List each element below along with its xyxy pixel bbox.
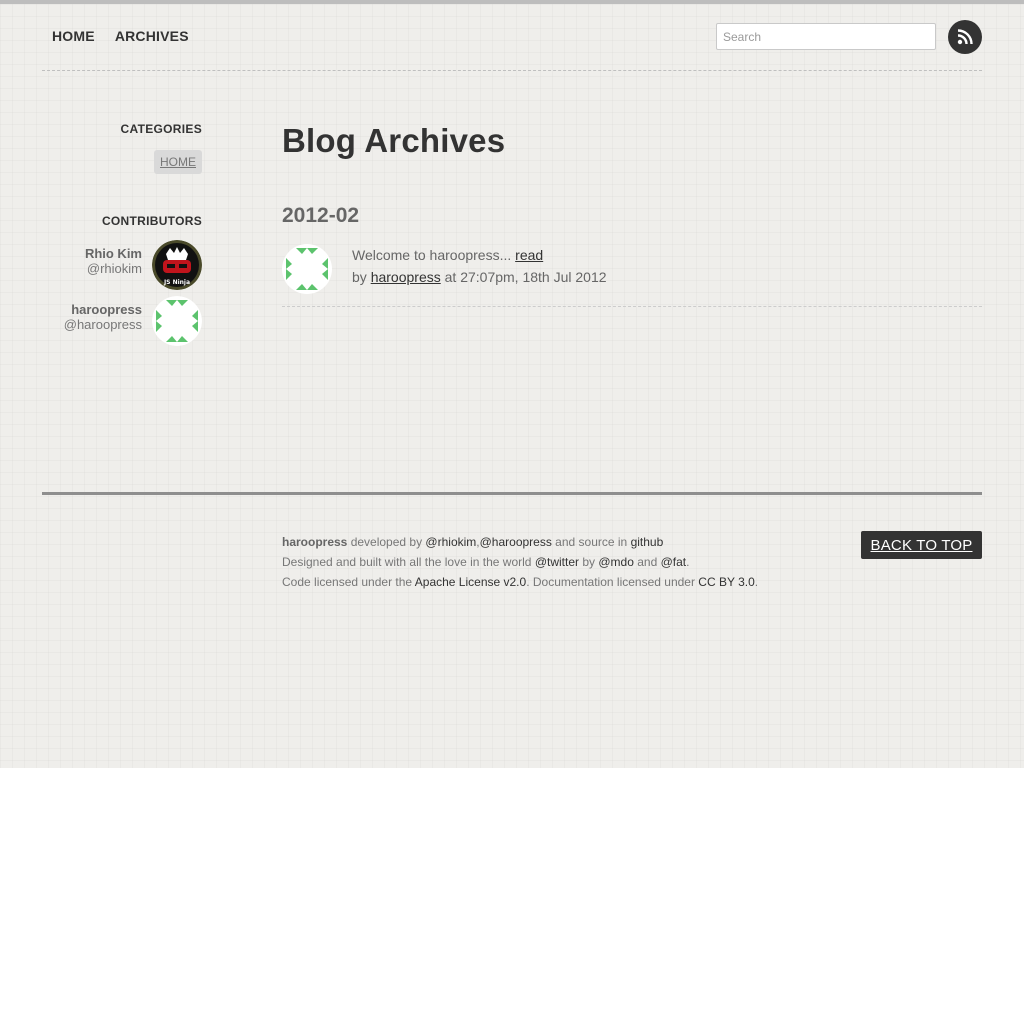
main-content: Blog Archives 2012-02 Welcome to haroopr… bbox=[282, 122, 982, 307]
contributor-name: Rhio Kim bbox=[84, 246, 142, 261]
avatar[interactable]: JS Ninja bbox=[152, 240, 202, 290]
post-excerpt-line: Welcome to haroopress... read bbox=[352, 244, 607, 266]
footer-line-license: Code licensed under the Apache License v… bbox=[282, 572, 758, 592]
contributor-rhiokim[interactable]: Rhio Kim @rhiokim JS Ninja bbox=[42, 240, 202, 290]
post-excerpt: Welcome to haroopress... bbox=[352, 247, 512, 263]
contributors-heading: CONTRIBUTORS bbox=[101, 214, 202, 228]
footer-brand: haroopress bbox=[282, 535, 348, 549]
footer-text: and source in bbox=[551, 535, 631, 549]
page-title: Blog Archives bbox=[282, 122, 506, 159]
post-meta-line: by haroopress at 27:07pm, 18th Jul 2012 bbox=[352, 266, 607, 288]
footer-divider bbox=[42, 492, 982, 495]
rss-button[interactable] bbox=[948, 20, 982, 54]
footer-cc-by-link[interactable]: CC BY 3.0 bbox=[698, 575, 754, 589]
read-more-link[interactable]: read bbox=[515, 247, 543, 263]
footer-text: by bbox=[579, 555, 599, 569]
top-navigation: HOME ARCHIVES bbox=[42, 4, 982, 71]
post-body: Welcome to haroopress... read by haroopr… bbox=[352, 244, 607, 294]
page: HOME ARCHIVES CATEGORIES HOME CONTRIBUTO… bbox=[0, 0, 1024, 768]
post-timestamp: at 27:07pm, 18th Jul 2012 bbox=[444, 269, 607, 285]
nav-home-link[interactable]: HOME bbox=[52, 28, 95, 44]
archive-post-item: Welcome to haroopress... read by haroopr… bbox=[282, 244, 982, 307]
contributor-handle: @rhiokim bbox=[86, 261, 142, 276]
footer-haroopress-link[interactable]: @haroopress bbox=[480, 535, 552, 549]
contributor-name: haroopress bbox=[71, 302, 142, 317]
back-to-top-button[interactable]: BACK TO TOP bbox=[861, 531, 982, 559]
nav-archives-link[interactable]: ARCHIVES bbox=[115, 28, 189, 44]
footer-text: and bbox=[633, 555, 661, 569]
footer-fat-link[interactable]: @fat bbox=[661, 555, 687, 569]
category-home-link[interactable]: HOME bbox=[154, 150, 202, 174]
search-input[interactable] bbox=[716, 23, 936, 50]
identicon-avatar-icon bbox=[282, 244, 332, 294]
sidebar: CATEGORIES HOME CONTRIBUTORS Rhio Kim @r… bbox=[42, 122, 202, 346]
avatar bbox=[282, 244, 332, 294]
footer-text: . bbox=[754, 575, 759, 589]
footer-text: developed by bbox=[347, 535, 426, 549]
identicon-avatar-icon bbox=[152, 296, 202, 346]
post-author-link[interactable]: haroopress bbox=[371, 269, 441, 285]
footer-text: . Documentation licensed under bbox=[526, 575, 699, 589]
footer-line-design: Designed and built with all the love in … bbox=[282, 552, 758, 572]
avatar[interactable] bbox=[152, 296, 202, 346]
footer-twitter-link[interactable]: @twitter bbox=[535, 555, 579, 569]
nav-links: HOME ARCHIVES bbox=[52, 28, 189, 44]
archive-year-heading: 2012-02 bbox=[282, 204, 360, 227]
contributor-text: haroopress @haroopress bbox=[64, 296, 142, 332]
footer-text: Code licensed under the bbox=[282, 575, 415, 589]
footer-mdo-link[interactable]: @mdo bbox=[598, 555, 634, 569]
post-by-label: by bbox=[352, 269, 367, 285]
js-ninja-avatar-icon: JS Ninja bbox=[152, 240, 202, 290]
contributor-handle: @haroopress bbox=[63, 317, 142, 332]
footer-apache-license-link[interactable]: Apache License v2.0 bbox=[415, 575, 526, 589]
contributor-text: Rhio Kim @rhiokim bbox=[85, 240, 142, 276]
contributor-haroopress[interactable]: haroopress @haroopress bbox=[42, 296, 202, 346]
footer-line-credits: haroopress developed by @rhiokim,@haroop… bbox=[282, 532, 758, 552]
svg-text:JS Ninja: JS Ninja bbox=[163, 279, 190, 286]
footer-rhiokim-link[interactable]: @rhiokim bbox=[425, 535, 476, 549]
rss-icon bbox=[957, 29, 973, 45]
categories-heading: CATEGORIES bbox=[120, 122, 202, 136]
footer-text: . bbox=[686, 555, 690, 569]
footer-text: Designed and built with all the love in … bbox=[282, 555, 535, 569]
footer-github-link[interactable]: github bbox=[631, 535, 664, 549]
footer: haroopress developed by @rhiokim,@haroop… bbox=[282, 532, 758, 592]
